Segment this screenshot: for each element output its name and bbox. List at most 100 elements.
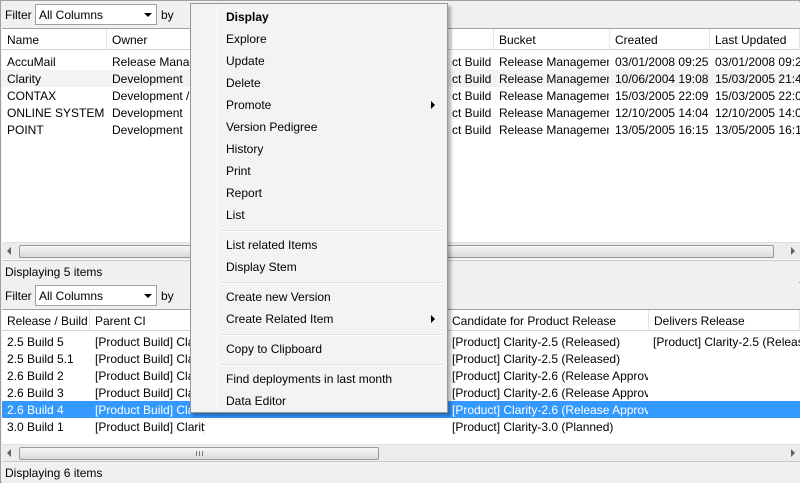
menu-item-list[interactable]: List xyxy=(193,204,445,226)
menu-item-label: Copy to Clipboard xyxy=(226,342,323,356)
column-header-created[interactable]: Created xyxy=(610,29,710,50)
chevron-down-icon xyxy=(144,13,152,17)
column-header-type[interactable] xyxy=(452,29,494,50)
menu-item-create-related[interactable]: Create Related Item xyxy=(193,308,445,330)
menu-item-label: Explore xyxy=(226,32,267,46)
cell-created: 12/10/2005 14:04 xyxy=(615,106,709,120)
cell-release-build: 3.0 Build 1 xyxy=(7,420,64,434)
table-row[interactable]: 3.0 Build 1 [Product Build] Clarity [Pro… xyxy=(2,418,800,435)
cell-bucket: Release Management xyxy=(499,123,609,137)
cell-release-build: 2.6 Build 3 xyxy=(7,386,64,400)
menu-item-label: Promote xyxy=(226,98,272,112)
cell-release-build: 2.6 Build 2 xyxy=(7,369,64,383)
grip-icon xyxy=(199,451,200,456)
cell-created: 13/05/2005 16:15 xyxy=(615,123,709,137)
menu-separator xyxy=(221,334,443,336)
menu-separator xyxy=(221,364,443,366)
menu-item-label: List xyxy=(226,208,245,222)
menu-item-create-version[interactable]: Create new Version xyxy=(193,286,445,308)
top-status-text: Displaying 5 items xyxy=(5,265,103,279)
cell-owner: Development / D xyxy=(112,89,192,103)
menu-item-find-deployments[interactable]: Find deployments in last month xyxy=(193,368,445,390)
cell-last-updated: 15/03/2005 22:09 xyxy=(715,89,800,103)
cell-type: ct Build xyxy=(452,123,492,137)
column-header-release-build[interactable]: Release / Build xyxy=(2,310,90,331)
top-filter-label: Filter xyxy=(5,8,32,22)
column-header-candidate-release[interactable]: Candidate for Product Release xyxy=(447,310,649,331)
cell-candidate-release: [Product] Clarity-2.6 (Release Approved) xyxy=(452,403,648,417)
top-filter-by-label: by xyxy=(161,8,174,22)
menu-separator xyxy=(221,282,443,284)
main-window: Filter All Columns by Name Owner Bucket … xyxy=(0,0,800,483)
bottom-filter-column-select[interactable]: All Columns xyxy=(35,285,157,306)
cell-parent-ci: [Product Build] Clarit xyxy=(95,403,190,417)
cell-type: ct Build xyxy=(452,89,492,103)
menu-item-copy-clipboard[interactable]: Copy to Clipboard xyxy=(193,338,445,360)
cell-owner: Development xyxy=(112,123,183,137)
cell-last-updated: 13/05/2005 16:15 xyxy=(715,123,800,137)
menu-item-data-editor[interactable]: Data Editor xyxy=(193,390,445,412)
context-menu: Display Explore Update Delete Promote Ve… xyxy=(190,3,448,413)
menu-item-label: Delete xyxy=(226,76,261,90)
menu-item-update[interactable]: Update xyxy=(193,50,445,72)
cell-candidate-release: [Product] Clarity-2.5 (Released) xyxy=(452,335,621,349)
cell-release-build: 2.6 Build 4 xyxy=(7,403,64,417)
scroll-right-icon[interactable] xyxy=(791,449,795,457)
menu-item-promote[interactable]: Promote xyxy=(193,94,445,116)
menu-item-delete[interactable]: Delete xyxy=(193,72,445,94)
menu-item-label: Print xyxy=(226,164,251,178)
menu-item-label: Update xyxy=(226,54,265,68)
menu-item-history[interactable]: History xyxy=(193,138,445,160)
menu-item-label: Data Editor xyxy=(226,394,287,408)
cell-type: ct Build xyxy=(452,72,492,86)
grip-icon xyxy=(202,451,203,456)
menu-item-label: Report xyxy=(226,186,263,200)
bottom-status-bar: Displaying 6 items xyxy=(2,461,800,483)
menu-item-label: Find deployments in last month xyxy=(226,372,393,386)
top-filter-select-value: All Columns xyxy=(39,8,104,22)
column-header-bucket[interactable]: Bucket xyxy=(494,29,610,50)
cell-name: AccuMail xyxy=(7,55,56,69)
cell-candidate-release: [Product] Clarity-2.5 (Released) xyxy=(452,352,621,366)
column-header-name[interactable]: Name xyxy=(2,29,107,50)
menu-item-report[interactable]: Report xyxy=(193,182,445,204)
cell-created: 03/01/2008 09:25 xyxy=(615,55,709,69)
cell-delivers-release: [Product] Clarity-2.5 (Released) xyxy=(653,335,800,349)
column-header-delivers-release[interactable]: Delivers Release xyxy=(649,310,800,331)
cell-created: 15/03/2005 22:09 xyxy=(615,89,709,103)
scroll-left-icon[interactable] xyxy=(7,247,11,255)
cell-parent-ci: [Product Build] Clarit xyxy=(95,369,190,383)
cell-name: CONTAX xyxy=(7,89,57,103)
menu-item-version-pedigree[interactable]: Version Pedigree xyxy=(193,116,445,138)
scroll-left-icon[interactable] xyxy=(7,449,11,457)
menu-item-explore[interactable]: Explore xyxy=(193,28,445,50)
chevron-down-icon xyxy=(144,294,152,298)
menu-item-label: List related Items xyxy=(226,238,318,252)
menu-separator xyxy=(221,230,443,232)
column-header-last-updated[interactable]: Last Updated xyxy=(710,29,800,50)
top-filter-column-select[interactable]: All Columns xyxy=(35,4,157,25)
menu-item-display[interactable]: Display xyxy=(193,6,445,28)
cell-name: POINT xyxy=(7,123,44,137)
menu-item-list-related[interactable]: List related Items xyxy=(193,234,445,256)
cell-owner: Development xyxy=(112,106,183,120)
menu-item-print[interactable]: Print xyxy=(193,160,445,182)
cell-owner: Development xyxy=(112,72,183,86)
cell-candidate-release: [Product] Clarity-3.0 (Planned) xyxy=(452,420,614,434)
cell-owner: Release Manage xyxy=(112,55,192,69)
menu-item-display-stem[interactable]: Display Stem xyxy=(193,256,445,278)
scrollbar-thumb[interactable] xyxy=(19,447,379,460)
cell-name: ONLINE SYSTEMS xyxy=(7,106,105,120)
cell-release-build: 2.5 Build 5.1 xyxy=(7,352,74,366)
cell-candidate-release: [Product] Clarity-2.6 (Release Approved) xyxy=(452,369,648,383)
cell-last-updated: 03/01/2008 09:25 xyxy=(715,55,800,69)
bottom-list-horizontal-scrollbar[interactable] xyxy=(2,444,800,461)
menu-item-label: History xyxy=(226,142,264,156)
cell-candidate-release: [Product] Clarity-2.6 (Release Approved) xyxy=(452,386,648,400)
chevron-right-icon xyxy=(431,101,435,109)
cell-parent-ci: [Product Build] Clarit xyxy=(95,352,190,366)
cell-parent-ci: [Product Build] Clarit xyxy=(95,335,190,349)
cell-bucket: Release Management xyxy=(499,89,609,103)
scroll-right-icon[interactable] xyxy=(791,247,795,255)
menu-item-label: Create new Version xyxy=(226,290,331,304)
